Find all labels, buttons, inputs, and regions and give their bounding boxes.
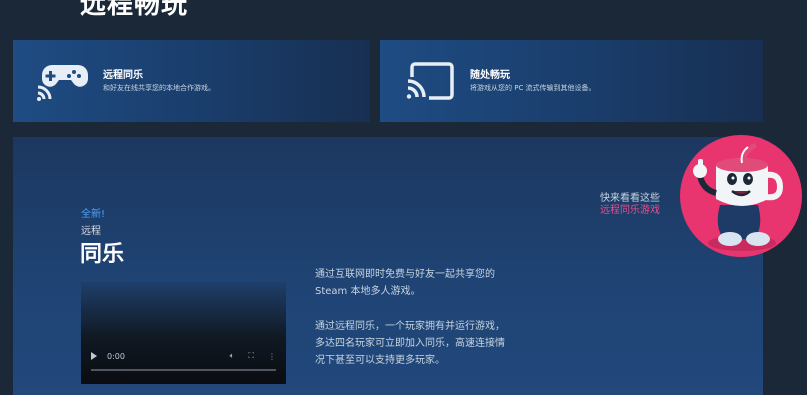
- mascot-image: [680, 135, 802, 257]
- video-progress-bar[interactable]: [91, 369, 276, 371]
- feature-description-1: 通过互联网即时免费与好友一起共享您的 Steam 本地多人游戏。: [315, 269, 495, 297]
- video-player[interactable]: 0:00 🔈︎ ⛶ ⋮: [81, 282, 286, 384]
- promo-link[interactable]: 远程同乐游戏: [600, 205, 660, 217]
- gamepad-cast-icon: [33, 57, 91, 105]
- card-description: 将游戏从您的 PC 流式传输到其他设备。: [470, 83, 596, 92]
- remote-play-together-card[interactable]: 远程同乐 和好友在线共享您的本地合作游戏。: [13, 40, 370, 122]
- promo-text: 快来看看这些: [600, 193, 660, 204]
- play-icon[interactable]: [91, 352, 97, 360]
- card-description: 和好友在线共享您的本地合作游戏。: [103, 83, 215, 92]
- feature-title: 同乐: [80, 242, 125, 267]
- remote-play-anywhere-card[interactable]: 随处畅玩 将游戏从您的 PC 流式传输到其他设备。: [380, 40, 763, 122]
- volume-icon[interactable]: 🔈︎: [230, 351, 235, 361]
- page-title: 远程畅玩: [80, 0, 189, 20]
- more-options-icon[interactable]: ⋮: [268, 352, 276, 361]
- feature-description-2: 通过远程同乐，一个玩家拥有并运行游戏，多达四名玩家可立即加入同乐，高速连接情况下…: [315, 321, 505, 366]
- card-title: 随处畅玩: [470, 69, 510, 81]
- video-controls: 0:00 🔈︎ ⛶ ⋮: [81, 346, 286, 366]
- video-time: 0:00: [107, 351, 125, 361]
- card-title: 远程同乐: [103, 69, 143, 81]
- screen-cast-icon: [400, 57, 458, 105]
- fullscreen-icon[interactable]: ⛶: [248, 351, 254, 361]
- new-badge: 全新!: [81, 209, 106, 220]
- feature-subtitle: 远程: [81, 226, 101, 237]
